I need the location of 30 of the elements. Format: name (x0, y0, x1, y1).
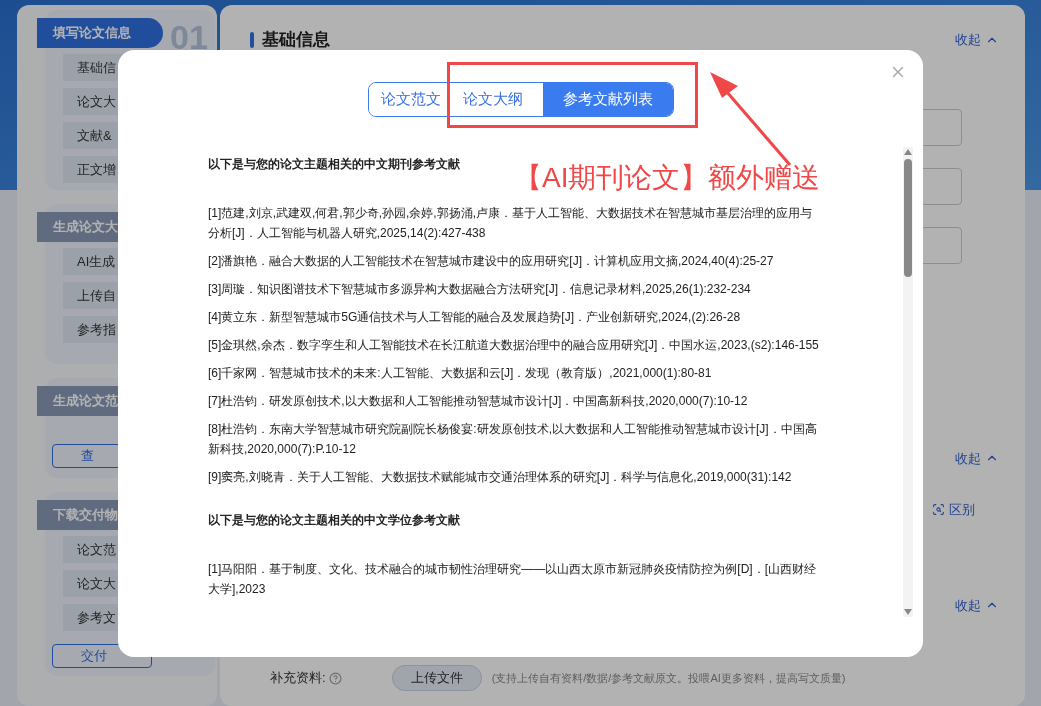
section-heading: 基础信息 (262, 29, 330, 51)
help-icon (328, 671, 342, 685)
annotation-text: 【AI期刊论文】额外赠送 (514, 161, 821, 195)
scan-search-icon (932, 503, 945, 517)
scrollbar[interactable] (903, 147, 913, 617)
reference-entry: [9]窦亮,刘晓青．关于人工智能、大数据技术赋能城市交通治理体系的研究[J]．科学与信息化,2019,000(31):142 (208, 469, 793, 486)
section-title: 填写论文信息 (37, 18, 163, 48)
group-heading: 以下是与您的论文主题相关的中文期刊参考文献 (208, 156, 461, 173)
reference-entry: [3]周璇．知识图谱技术下智慧城市多源异构大数据融合方法研究[J]．信息记录材料,2025,26(1):232-234 (208, 281, 752, 298)
collapse-link[interactable]: 收起 (955, 448, 999, 468)
field-label: 补充资料: (270, 669, 326, 688)
group-heading: 以下是与您的论文主题相关的中文学位参考文献 (208, 512, 461, 529)
reference-entry: [6]千家网．智慧城市技术的未来:人工智能、大数据和云[J]．发现（教育版）,2021,000(1):80-81 (208, 365, 713, 382)
hint-text: (支持上传自有资料/数据/参考文献原文。投喂AI更多资料，提高写文质量) (491, 670, 846, 686)
reference-entry: [2]潘旗艳．融合大数据的人工智能技术在智慧城市建设中的应用研究[J]．计算机应用文摘,2024,40(4):25-27 (208, 253, 775, 270)
reference-entry: [4]黄立东．新型智慧城市5G通信技术与人工智能的融合及发展趋势[J]．产业创新研究,2024,(2):26-28 (208, 309, 742, 326)
reference-entry: [1]范建,刘京,武建双,何君,郭少奇,孙园,余婷,郭扬涌,卢康．基于人工智能、大数据技术在智慧城市基层治理的应用与分析[J]．人工智能与机器人研究,2025,14(2):427-438 (208, 205, 813, 242)
collapse-link[interactable]: 收起 (955, 595, 999, 615)
reference-entry: [7]杜浩钧．研发原创技术,以大数据和人工智能推动智慧城市设计[J]．中国高新科技,2020,000(7):10-12 (208, 393, 749, 410)
scroll-down-icon (904, 609, 912, 615)
tab[interactable]: 论文范文 (368, 83, 443, 116)
reference-entry: [1]马阳阳．基于制度、文化、技术融合的城市韧性治理研究——以山西太原市新冠肺炎疫情防控为例[D]．[山西财经大学],2023 (208, 561, 817, 598)
heading-marker (250, 31, 254, 48)
upload-button[interactable]: 上传文件 (391, 665, 482, 691)
compare-link[interactable]: 区别 (932, 500, 975, 520)
collapse-link[interactable]: 收起 (955, 30, 999, 50)
reference-entry: [5]金琪然,余杰．数字孪生和人工智能技术在长江航道大数据治理中的融合应用研究[J]．中国水运,2023,(s2):146-155 (208, 337, 820, 354)
reference-entry: [8]杜浩钧．东南大学智慧城市研究院副院长杨俊宴:研发原创技术,以大数据和人工智能推动智慧城市设计[J]．中国高新科技,2020,000(7):P.10-12 (208, 421, 818, 458)
tab[interactable]: 参考文献列表 (542, 83, 673, 116)
scroll-thumb[interactable] (904, 159, 912, 277)
